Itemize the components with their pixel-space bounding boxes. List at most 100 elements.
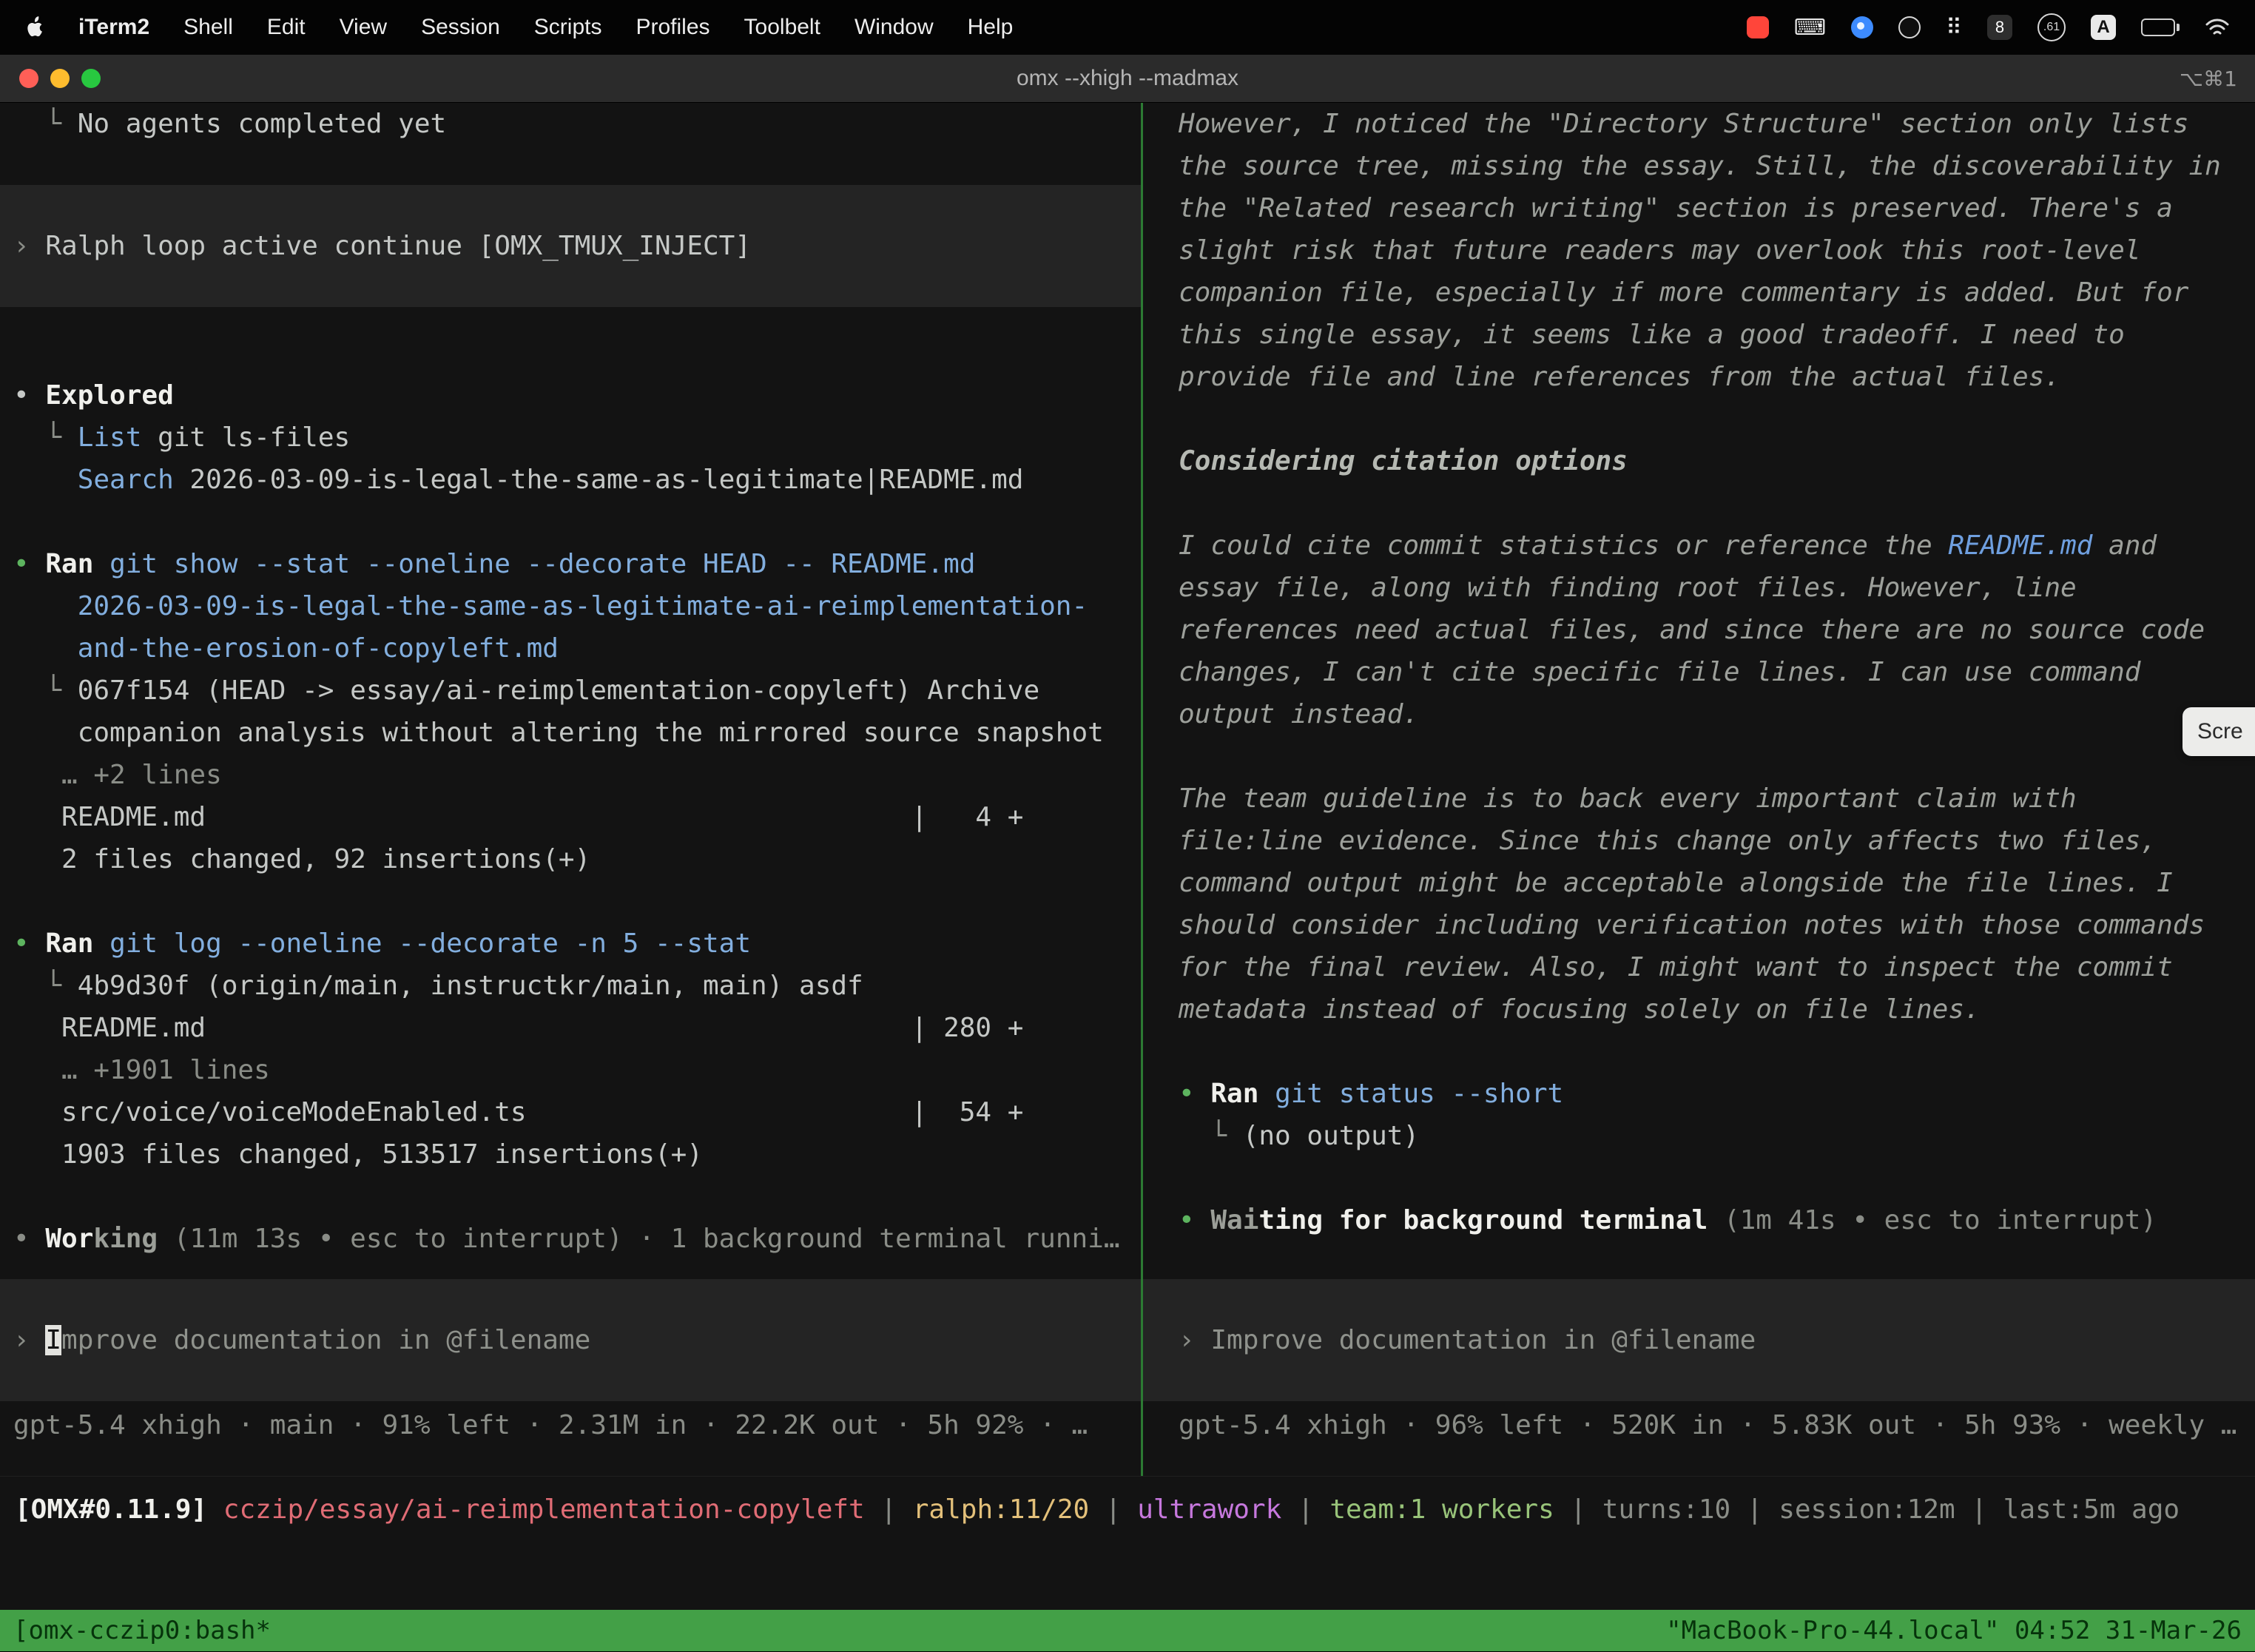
right-pane[interactable]: However, I noticed the "Directory Struct… [1143, 103, 2255, 1476]
text-segment: Wai [1210, 1205, 1258, 1235]
menu-bar-status-area: ⌨ ⠿ 8 .61 A [1747, 13, 2230, 41]
text-segment: ting for background terminal [1258, 1205, 1708, 1235]
text-segment: Ran [1210, 1079, 1275, 1109]
omx-team: team:1 workers [1329, 1494, 1554, 1525]
text-segment: | [1955, 1494, 2003, 1525]
app-menu-iterm2[interactable]: iTerm2 [78, 15, 149, 40]
traffic-lights [0, 69, 101, 88]
text-segment: • [13, 380, 45, 411]
text-segment: Search [78, 465, 174, 495]
text-segment: mprove documentation in @filename [61, 1325, 590, 1355]
text-segment: | [1281, 1494, 1329, 1525]
apple-menu[interactable] [25, 16, 44, 38]
omx-status-line: [OMX#0.11.9] cczip/essay/ai-reimplementa… [0, 1489, 2255, 1531]
zoom-button[interactable] [81, 69, 101, 88]
terminal-line: └ (no output) [1179, 1115, 2225, 1157]
text-segment: └ [13, 971, 78, 1001]
terminal-panes: └ No agents completed yet › Ralph loop a… [0, 103, 2255, 1477]
text-segment: 2026-03-09-is-legal-the-same-as-legitima… [13, 591, 1088, 621]
blue-app-icon[interactable] [1851, 16, 1873, 38]
menu-item-view[interactable]: View [340, 15, 387, 40]
text-segment: • [13, 549, 45, 579]
terminal-line: src/voice/voiceModeEnabled.ts | 54 + [13, 1091, 1128, 1133]
reasoning-paragraph-2: I could cite commit statistics or refere… [1179, 525, 2225, 735]
text-segment: README.md | 4 + [13, 802, 1023, 832]
text-segment: README.md [1948, 530, 2092, 561]
reasoning-heading: Considering citation options [1179, 440, 2225, 482]
text-segment: No agents completed yet [78, 109, 447, 139]
left-prompt-input[interactable]: › Improve documentation in @filename [0, 1279, 1141, 1401]
text-segment: and-the-erosion-of-copyleft.md [13, 633, 559, 664]
text-segment: The team guideline is to back every impo… [1179, 783, 2205, 1025]
menu-item-help[interactable]: Help [968, 15, 1014, 40]
dark-app-icon[interactable] [1898, 16, 1921, 38]
terminal-spacer [0, 1531, 2255, 1610]
terminal-line: README.md | 4 + [13, 796, 1128, 838]
dots-grid-icon[interactable]: ⠿ [1946, 15, 1962, 41]
terminal-line: └ List git ls-files [13, 417, 1128, 459]
keyboard-icon[interactable]: ⌨ [1794, 15, 1826, 41]
terminal-window: └ No agents completed yet › Ralph loop a… [0, 103, 2255, 1651]
terminal-line: 2 files changed, 92 insertions(+) [13, 838, 1128, 880]
terminal-line: › Ralph loop active continue [OMX_TMUX_I… [13, 225, 1128, 267]
text-segment: Ran [45, 549, 109, 579]
terminal-line: … +1901 lines [13, 1049, 1128, 1091]
text-segment: › [13, 1325, 45, 1355]
text-segment: 4b9d30f (origin/main, instructkr/main, m… [78, 971, 863, 1001]
text-segment: › [1179, 1325, 1210, 1355]
inject-banner: › Ralph loop active continue [OMX_TMUX_I… [0, 185, 1141, 307]
text-segment: Ralph loop active continue [OMX_TMUX_INJ… [45, 231, 751, 261]
battery-percent-icon[interactable]: .61 [2037, 13, 2066, 41]
left-pane-status: gpt-5.4 xhigh · main · 91% left · 2.31M … [0, 1404, 1141, 1446]
screen-recording-icon[interactable] [1747, 16, 1769, 38]
right-bottom-group: › Improve documentation in @filename gpt… [1143, 1279, 2255, 1446]
left-pane[interactable]: └ No agents completed yet › Ralph loop a… [0, 103, 1143, 1476]
text-segment: 1903 files changed, 513517 insertions(+) [13, 1139, 703, 1170]
right-pane-status: gpt-5.4 xhigh · 96% left · 520K in · 5.8… [1143, 1404, 2255, 1446]
terminal-line: and-the-erosion-of-copyleft.md [13, 627, 1128, 670]
menu-item-profiles[interactable]: Profiles [636, 15, 709, 40]
right-reasoning: However, I noticed the "Directory Struct… [1143, 103, 2255, 1073]
battery-icon[interactable] [2141, 18, 2180, 36]
menu-item-session[interactable]: Session [421, 15, 500, 40]
terminal-line: 2026-03-09-is-legal-the-same-as-legitima… [13, 585, 1128, 627]
tmux-host-time: "MacBook-Pro-44.local" 04:52 31-Mar-26 [1666, 1610, 2242, 1652]
menu-item-toolbelt[interactable]: Toolbelt [744, 15, 820, 40]
text-segment: • [1179, 1079, 1210, 1109]
terminal-line: • Working (11m 13s • esc to interrupt) ·… [13, 1218, 1128, 1260]
text-segment: └ [1179, 1121, 1243, 1151]
text-segment: (11m 13s • esc to interrupt) · 1 backgro… [158, 1224, 1119, 1254]
key-8-icon[interactable]: 8 [1987, 15, 2012, 40]
close-button[interactable] [19, 69, 38, 88]
text-segment: git show --stat --oneline --decorate HEA… [109, 549, 975, 579]
screen-share-popover[interactable]: Scre [2182, 707, 2255, 756]
terminal-line: • Ran git show --stat --oneline --decora… [13, 543, 1128, 585]
terminal-line: • Ran git log --oneline --decorate -n 5 … [13, 923, 1128, 965]
text-segment: … +2 lines [13, 760, 222, 790]
menu-item-scripts[interactable]: Scripts [534, 15, 602, 40]
right-prompt-input[interactable]: › Improve documentation in @filename [1143, 1279, 2255, 1401]
omx-ralph-count: ralph:11/20 [913, 1494, 1089, 1525]
reasoning-paragraph-1: However, I noticed the "Directory Struct… [1179, 103, 2225, 398]
menu-item-edit[interactable]: Edit [267, 15, 306, 40]
input-source-icon[interactable]: A [2091, 15, 2116, 40]
text-segment: king [93, 1224, 158, 1254]
left-bottom-group: › Improve documentation in @filename gpt… [0, 1279, 1141, 1446]
apple-logo-icon [25, 16, 44, 38]
tmux-session-label[interactable]: [omx-cczip0:bash* [13, 1610, 271, 1652]
text-segment: Ran [45, 928, 109, 959]
terminal-line [13, 880, 1128, 923]
terminal-line [13, 501, 1128, 543]
text-segment: › [13, 231, 45, 261]
minimize-button[interactable] [50, 69, 70, 88]
wifi-icon[interactable] [2205, 18, 2230, 37]
text-segment: 067f154 (HEAD -> essay/ai-reimplementati… [78, 675, 1039, 706]
menu-item-window[interactable]: Window [855, 15, 934, 40]
text-segment: | [1730, 1494, 1779, 1525]
text-segment: Wor [45, 1224, 93, 1254]
omx-mode: ultrawork [1137, 1494, 1281, 1525]
text-segment: (no output) [1243, 1121, 1419, 1151]
text-segment: └ [13, 422, 78, 453]
terminal-line [13, 1176, 1128, 1218]
menu-item-shell[interactable]: Shell [183, 15, 233, 40]
